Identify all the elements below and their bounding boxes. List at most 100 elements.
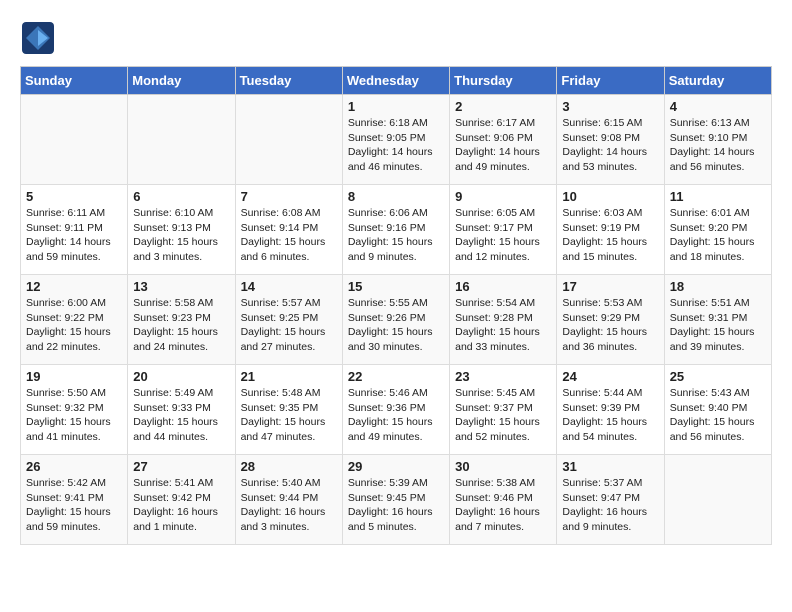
day-number: 10 xyxy=(562,189,658,204)
day-number: 26 xyxy=(26,459,122,474)
day-header-sunday: Sunday xyxy=(21,67,128,95)
day-info: Sunrise: 5:57 AMSunset: 9:25 PMDaylight:… xyxy=(241,296,337,355)
day-number: 19 xyxy=(26,369,122,384)
calendar-cell: 25 Sunrise: 5:43 AMSunset: 9:40 PMDaylig… xyxy=(664,365,771,455)
day-header-saturday: Saturday xyxy=(664,67,771,95)
calendar-cell xyxy=(128,95,235,185)
day-number: 4 xyxy=(670,99,766,114)
calendar-table: SundayMondayTuesdayWednesdayThursdayFrid… xyxy=(20,66,772,545)
day-header-monday: Monday xyxy=(128,67,235,95)
day-info: Sunrise: 6:10 AMSunset: 9:13 PMDaylight:… xyxy=(133,206,229,265)
logo-icon xyxy=(20,20,56,56)
day-info: Sunrise: 5:41 AMSunset: 9:42 PMDaylight:… xyxy=(133,476,229,535)
calendar-cell: 27 Sunrise: 5:41 AMSunset: 9:42 PMDaylig… xyxy=(128,455,235,545)
day-number: 3 xyxy=(562,99,658,114)
calendar-cell: 3 Sunrise: 6:15 AMSunset: 9:08 PMDayligh… xyxy=(557,95,664,185)
day-info: Sunrise: 5:44 AMSunset: 9:39 PMDaylight:… xyxy=(562,386,658,445)
calendar-cell: 24 Sunrise: 5:44 AMSunset: 9:39 PMDaylig… xyxy=(557,365,664,455)
calendar-cell: 10 Sunrise: 6:03 AMSunset: 9:19 PMDaylig… xyxy=(557,185,664,275)
day-info: Sunrise: 5:46 AMSunset: 9:36 PMDaylight:… xyxy=(348,386,444,445)
week-row-3: 12 Sunrise: 6:00 AMSunset: 9:22 PMDaylig… xyxy=(21,275,772,365)
day-number: 2 xyxy=(455,99,551,114)
calendar-cell: 14 Sunrise: 5:57 AMSunset: 9:25 PMDaylig… xyxy=(235,275,342,365)
calendar-cell: 9 Sunrise: 6:05 AMSunset: 9:17 PMDayligh… xyxy=(450,185,557,275)
day-header-wednesday: Wednesday xyxy=(342,67,449,95)
day-number: 9 xyxy=(455,189,551,204)
day-number: 12 xyxy=(26,279,122,294)
day-number: 27 xyxy=(133,459,229,474)
day-info: Sunrise: 6:18 AMSunset: 9:05 PMDaylight:… xyxy=(348,116,444,175)
day-number: 15 xyxy=(348,279,444,294)
day-info: Sunrise: 5:38 AMSunset: 9:46 PMDaylight:… xyxy=(455,476,551,535)
day-number: 29 xyxy=(348,459,444,474)
day-info: Sunrise: 6:06 AMSunset: 9:16 PMDaylight:… xyxy=(348,206,444,265)
calendar-cell: 1 Sunrise: 6:18 AMSunset: 9:05 PMDayligh… xyxy=(342,95,449,185)
calendar-cell xyxy=(21,95,128,185)
day-number: 5 xyxy=(26,189,122,204)
calendar-cell: 12 Sunrise: 6:00 AMSunset: 9:22 PMDaylig… xyxy=(21,275,128,365)
day-number: 11 xyxy=(670,189,766,204)
day-info: Sunrise: 5:40 AMSunset: 9:44 PMDaylight:… xyxy=(241,476,337,535)
day-number: 7 xyxy=(241,189,337,204)
day-number: 25 xyxy=(670,369,766,384)
day-number: 17 xyxy=(562,279,658,294)
day-info: Sunrise: 6:00 AMSunset: 9:22 PMDaylight:… xyxy=(26,296,122,355)
calendar-cell: 26 Sunrise: 5:42 AMSunset: 9:41 PMDaylig… xyxy=(21,455,128,545)
day-number: 22 xyxy=(348,369,444,384)
calendar-cell: 23 Sunrise: 5:45 AMSunset: 9:37 PMDaylig… xyxy=(450,365,557,455)
day-info: Sunrise: 5:39 AMSunset: 9:45 PMDaylight:… xyxy=(348,476,444,535)
day-info: Sunrise: 5:58 AMSunset: 9:23 PMDaylight:… xyxy=(133,296,229,355)
calendar-cell: 30 Sunrise: 5:38 AMSunset: 9:46 PMDaylig… xyxy=(450,455,557,545)
day-info: Sunrise: 5:49 AMSunset: 9:33 PMDaylight:… xyxy=(133,386,229,445)
calendar-cell: 5 Sunrise: 6:11 AMSunset: 9:11 PMDayligh… xyxy=(21,185,128,275)
calendar-cell: 21 Sunrise: 5:48 AMSunset: 9:35 PMDaylig… xyxy=(235,365,342,455)
day-number: 20 xyxy=(133,369,229,384)
day-number: 1 xyxy=(348,99,444,114)
day-info: Sunrise: 5:50 AMSunset: 9:32 PMDaylight:… xyxy=(26,386,122,445)
day-info: Sunrise: 5:53 AMSunset: 9:29 PMDaylight:… xyxy=(562,296,658,355)
day-info: Sunrise: 5:45 AMSunset: 9:37 PMDaylight:… xyxy=(455,386,551,445)
calendar-cell: 29 Sunrise: 5:39 AMSunset: 9:45 PMDaylig… xyxy=(342,455,449,545)
calendar-cell xyxy=(664,455,771,545)
day-number: 6 xyxy=(133,189,229,204)
page-header xyxy=(20,20,772,56)
day-info: Sunrise: 6:13 AMSunset: 9:10 PMDaylight:… xyxy=(670,116,766,175)
day-number: 24 xyxy=(562,369,658,384)
day-info: Sunrise: 5:48 AMSunset: 9:35 PMDaylight:… xyxy=(241,386,337,445)
day-number: 16 xyxy=(455,279,551,294)
header-row: SundayMondayTuesdayWednesdayThursdayFrid… xyxy=(21,67,772,95)
day-info: Sunrise: 6:05 AMSunset: 9:17 PMDaylight:… xyxy=(455,206,551,265)
day-info: Sunrise: 5:55 AMSunset: 9:26 PMDaylight:… xyxy=(348,296,444,355)
day-info: Sunrise: 5:51 AMSunset: 9:31 PMDaylight:… xyxy=(670,296,766,355)
calendar-cell xyxy=(235,95,342,185)
calendar-cell: 7 Sunrise: 6:08 AMSunset: 9:14 PMDayligh… xyxy=(235,185,342,275)
calendar-cell: 4 Sunrise: 6:13 AMSunset: 9:10 PMDayligh… xyxy=(664,95,771,185)
calendar-cell: 31 Sunrise: 5:37 AMSunset: 9:47 PMDaylig… xyxy=(557,455,664,545)
calendar-cell: 2 Sunrise: 6:17 AMSunset: 9:06 PMDayligh… xyxy=(450,95,557,185)
calendar-cell: 28 Sunrise: 5:40 AMSunset: 9:44 PMDaylig… xyxy=(235,455,342,545)
day-info: Sunrise: 6:15 AMSunset: 9:08 PMDaylight:… xyxy=(562,116,658,175)
day-number: 23 xyxy=(455,369,551,384)
day-number: 21 xyxy=(241,369,337,384)
day-info: Sunrise: 6:11 AMSunset: 9:11 PMDaylight:… xyxy=(26,206,122,265)
day-info: Sunrise: 5:37 AMSunset: 9:47 PMDaylight:… xyxy=(562,476,658,535)
day-number: 13 xyxy=(133,279,229,294)
day-info: Sunrise: 6:17 AMSunset: 9:06 PMDaylight:… xyxy=(455,116,551,175)
calendar-cell: 15 Sunrise: 5:55 AMSunset: 9:26 PMDaylig… xyxy=(342,275,449,365)
calendar-cell: 20 Sunrise: 5:49 AMSunset: 9:33 PMDaylig… xyxy=(128,365,235,455)
calendar-cell: 17 Sunrise: 5:53 AMSunset: 9:29 PMDaylig… xyxy=(557,275,664,365)
day-info: Sunrise: 5:54 AMSunset: 9:28 PMDaylight:… xyxy=(455,296,551,355)
day-number: 14 xyxy=(241,279,337,294)
day-header-friday: Friday xyxy=(557,67,664,95)
calendar-cell: 11 Sunrise: 6:01 AMSunset: 9:20 PMDaylig… xyxy=(664,185,771,275)
day-number: 8 xyxy=(348,189,444,204)
calendar-cell: 22 Sunrise: 5:46 AMSunset: 9:36 PMDaylig… xyxy=(342,365,449,455)
day-header-tuesday: Tuesday xyxy=(235,67,342,95)
day-number: 31 xyxy=(562,459,658,474)
logo xyxy=(20,20,60,56)
day-info: Sunrise: 6:08 AMSunset: 9:14 PMDaylight:… xyxy=(241,206,337,265)
day-info: Sunrise: 6:03 AMSunset: 9:19 PMDaylight:… xyxy=(562,206,658,265)
week-row-1: 1 Sunrise: 6:18 AMSunset: 9:05 PMDayligh… xyxy=(21,95,772,185)
day-info: Sunrise: 5:42 AMSunset: 9:41 PMDaylight:… xyxy=(26,476,122,535)
day-info: Sunrise: 6:01 AMSunset: 9:20 PMDaylight:… xyxy=(670,206,766,265)
